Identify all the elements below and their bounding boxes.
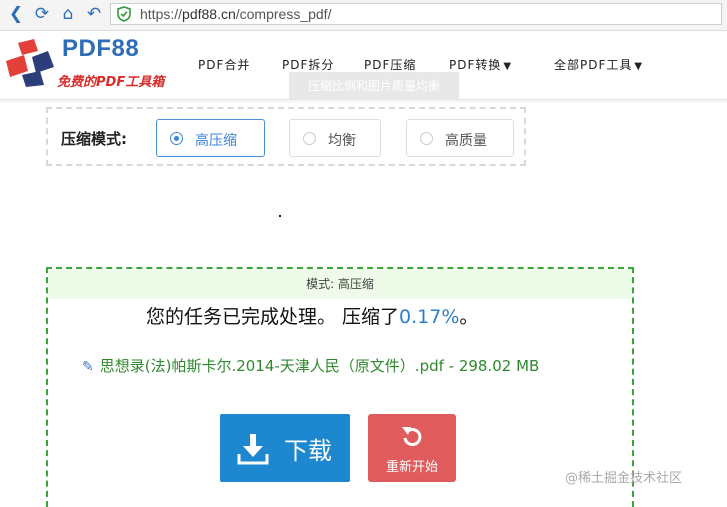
logo-subtitle: 免费的PDF工具箱	[57, 75, 165, 90]
option-balanced[interactable]: 均衡	[289, 119, 381, 157]
home-icon[interactable]: ⌂	[58, 4, 78, 24]
completion-message: 您的任务已完成处理。 压缩了0.17%。	[146, 306, 479, 328]
url-text: https://pdf88.cn/compress_pdf/	[140, 6, 332, 22]
chevron-down-icon: ▼	[634, 61, 644, 72]
back-icon[interactable]: ❮	[6, 4, 26, 24]
restart-button[interactable]: 重新开始	[368, 414, 456, 482]
tooltip: 压缩比例和图片质量均衡	[289, 72, 459, 100]
compression-percent: 0.17%	[399, 306, 460, 328]
browser-toolbar: ❮ ⟳ ⌂ ↶ https://pdf88.cn/compress_pdf/	[0, 0, 727, 31]
refresh-icon[interactable]: ⟳	[32, 4, 52, 24]
pencil-icon[interactable]: ✎	[82, 359, 94, 375]
menu-pdf-merge[interactable]: PDF合并	[198, 56, 250, 73]
download-button[interactable]: 下载	[220, 414, 350, 482]
radio-icon[interactable]	[170, 132, 183, 145]
logo-icon[interactable]	[4, 37, 56, 89]
cursor-dot	[279, 215, 281, 217]
compression-mode-label: 压缩模式:	[61, 130, 127, 148]
chevron-down-icon: ▼	[503, 61, 513, 72]
option-high-quality[interactable]: 高质量	[406, 119, 514, 157]
radio-icon[interactable]	[303, 132, 316, 145]
download-icon	[237, 434, 269, 465]
compression-mode-panel: 压缩模式: 高压缩 均衡 高质量	[46, 107, 526, 166]
output-file-link[interactable]: ✎ 思想录(法)帕斯卡尔.2014-天津人民（原文件）.pdf - 298.02 …	[82, 355, 539, 376]
shield-icon	[117, 6, 131, 22]
menu-all-tools[interactable]: 全部PDF工具 ▼	[554, 56, 643, 73]
logo-title[interactable]: PDF88	[62, 35, 139, 63]
menu-pdf-compress[interactable]: PDF压缩	[364, 56, 416, 73]
undo-icon[interactable]: ↶	[84, 4, 104, 24]
menu-pdf-split[interactable]: PDF拆分	[282, 56, 334, 73]
result-panel: 模式: 高压缩 您的任务已完成处理。 压缩了0.17%。 ✎ 思想录(法)帕斯卡尔…	[46, 267, 634, 507]
radio-icon[interactable]	[420, 132, 433, 145]
mode-banner: 模式: 高压缩	[48, 269, 632, 299]
menu-pdf-convert[interactable]: PDF转换 ▼	[449, 56, 512, 73]
address-bar[interactable]: https://pdf88.cn/compress_pdf/	[110, 3, 722, 25]
option-high-compression[interactable]: 高压缩	[156, 119, 265, 157]
restart-icon	[402, 427, 422, 447]
watermark: @稀土掘金技术社区	[565, 471, 683, 486]
